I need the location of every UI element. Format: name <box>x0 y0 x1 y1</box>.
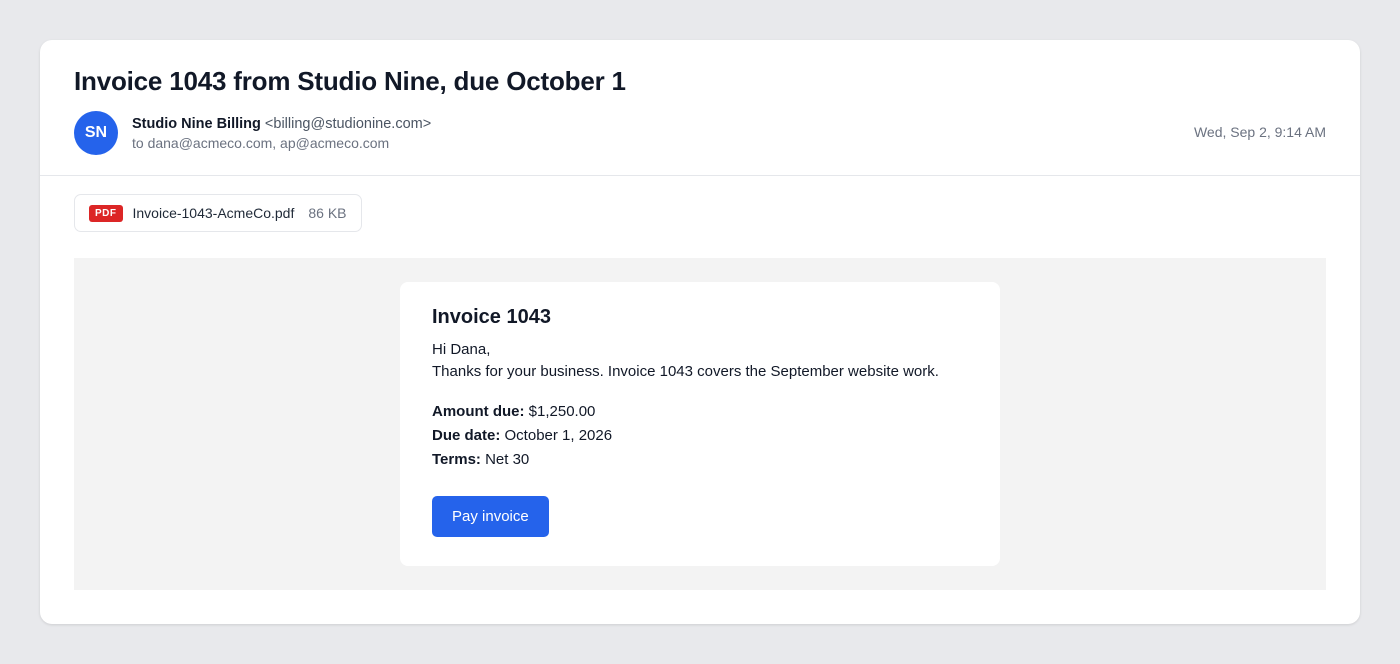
email-timestamp: Wed, Sep 2, 9:14 AM <box>1193 124 1326 140</box>
invoice-message: Thanks for your business. Invoice 1043 c… <box>432 363 939 380</box>
sender-email: <billing@studionine.com> <box>264 116 432 132</box>
attachment-filename: Invoice-1043-AcmeCo.pdf <box>132 205 295 221</box>
email-card: Invoice 1043 from Studio Nine, due Octob… <box>40 40 1360 624</box>
sender-avatar: SN <box>74 111 118 155</box>
pay-invoice-button[interactable]: Pay invoice <box>432 496 549 537</box>
due-date-row: Due date: October 1, 2026 <box>432 424 968 448</box>
sender-block: Studio Nine Billing <billing@studionine.… <box>132 115 431 153</box>
sender-name: Studio Nine Billing <box>132 116 261 132</box>
invoice-title: Invoice 1043 <box>432 306 551 328</box>
amount-due-row: Amount due: $1,250.00 <box>432 400 968 424</box>
attachment-size: 86 KB <box>308 205 347 221</box>
invoice-greeting: Hi Dana, <box>432 341 491 358</box>
sender-line: Studio Nine Billing <billing@studionine.… <box>132 115 431 134</box>
invoice-details: Amount due: $1,250.00 Due date: October … <box>432 400 968 472</box>
terms-row: Terms: Net 30 <box>432 448 968 472</box>
email-subject: Invoice 1043 from Studio Nine, due Octob… <box>74 66 626 96</box>
pdf-icon: PDF <box>89 204 123 222</box>
attachment-chip[interactable]: PDF Invoice-1043-AcmeCo.pdf 86 KB <box>74 194 362 232</box>
amount-due-label: Amount due: <box>432 403 525 420</box>
due-date-value: October 1, 2026 <box>504 427 613 444</box>
terms-label: Terms: <box>432 451 481 468</box>
email-header: Invoice 1043 from Studio Nine, due Octob… <box>40 40 1360 176</box>
amount-due-value: $1,250.00 <box>528 403 596 420</box>
email-body: Invoice 1043 Hi Dana, Thanks for your bu… <box>74 258 1326 590</box>
due-date-label: Due date: <box>432 427 501 444</box>
terms-value: Net 30 <box>485 451 530 468</box>
invoice-card: Invoice 1043 Hi Dana, Thanks for your bu… <box>400 282 1000 566</box>
recipients: to dana@acmeco.com, ap@acmeco.com <box>132 135 390 151</box>
